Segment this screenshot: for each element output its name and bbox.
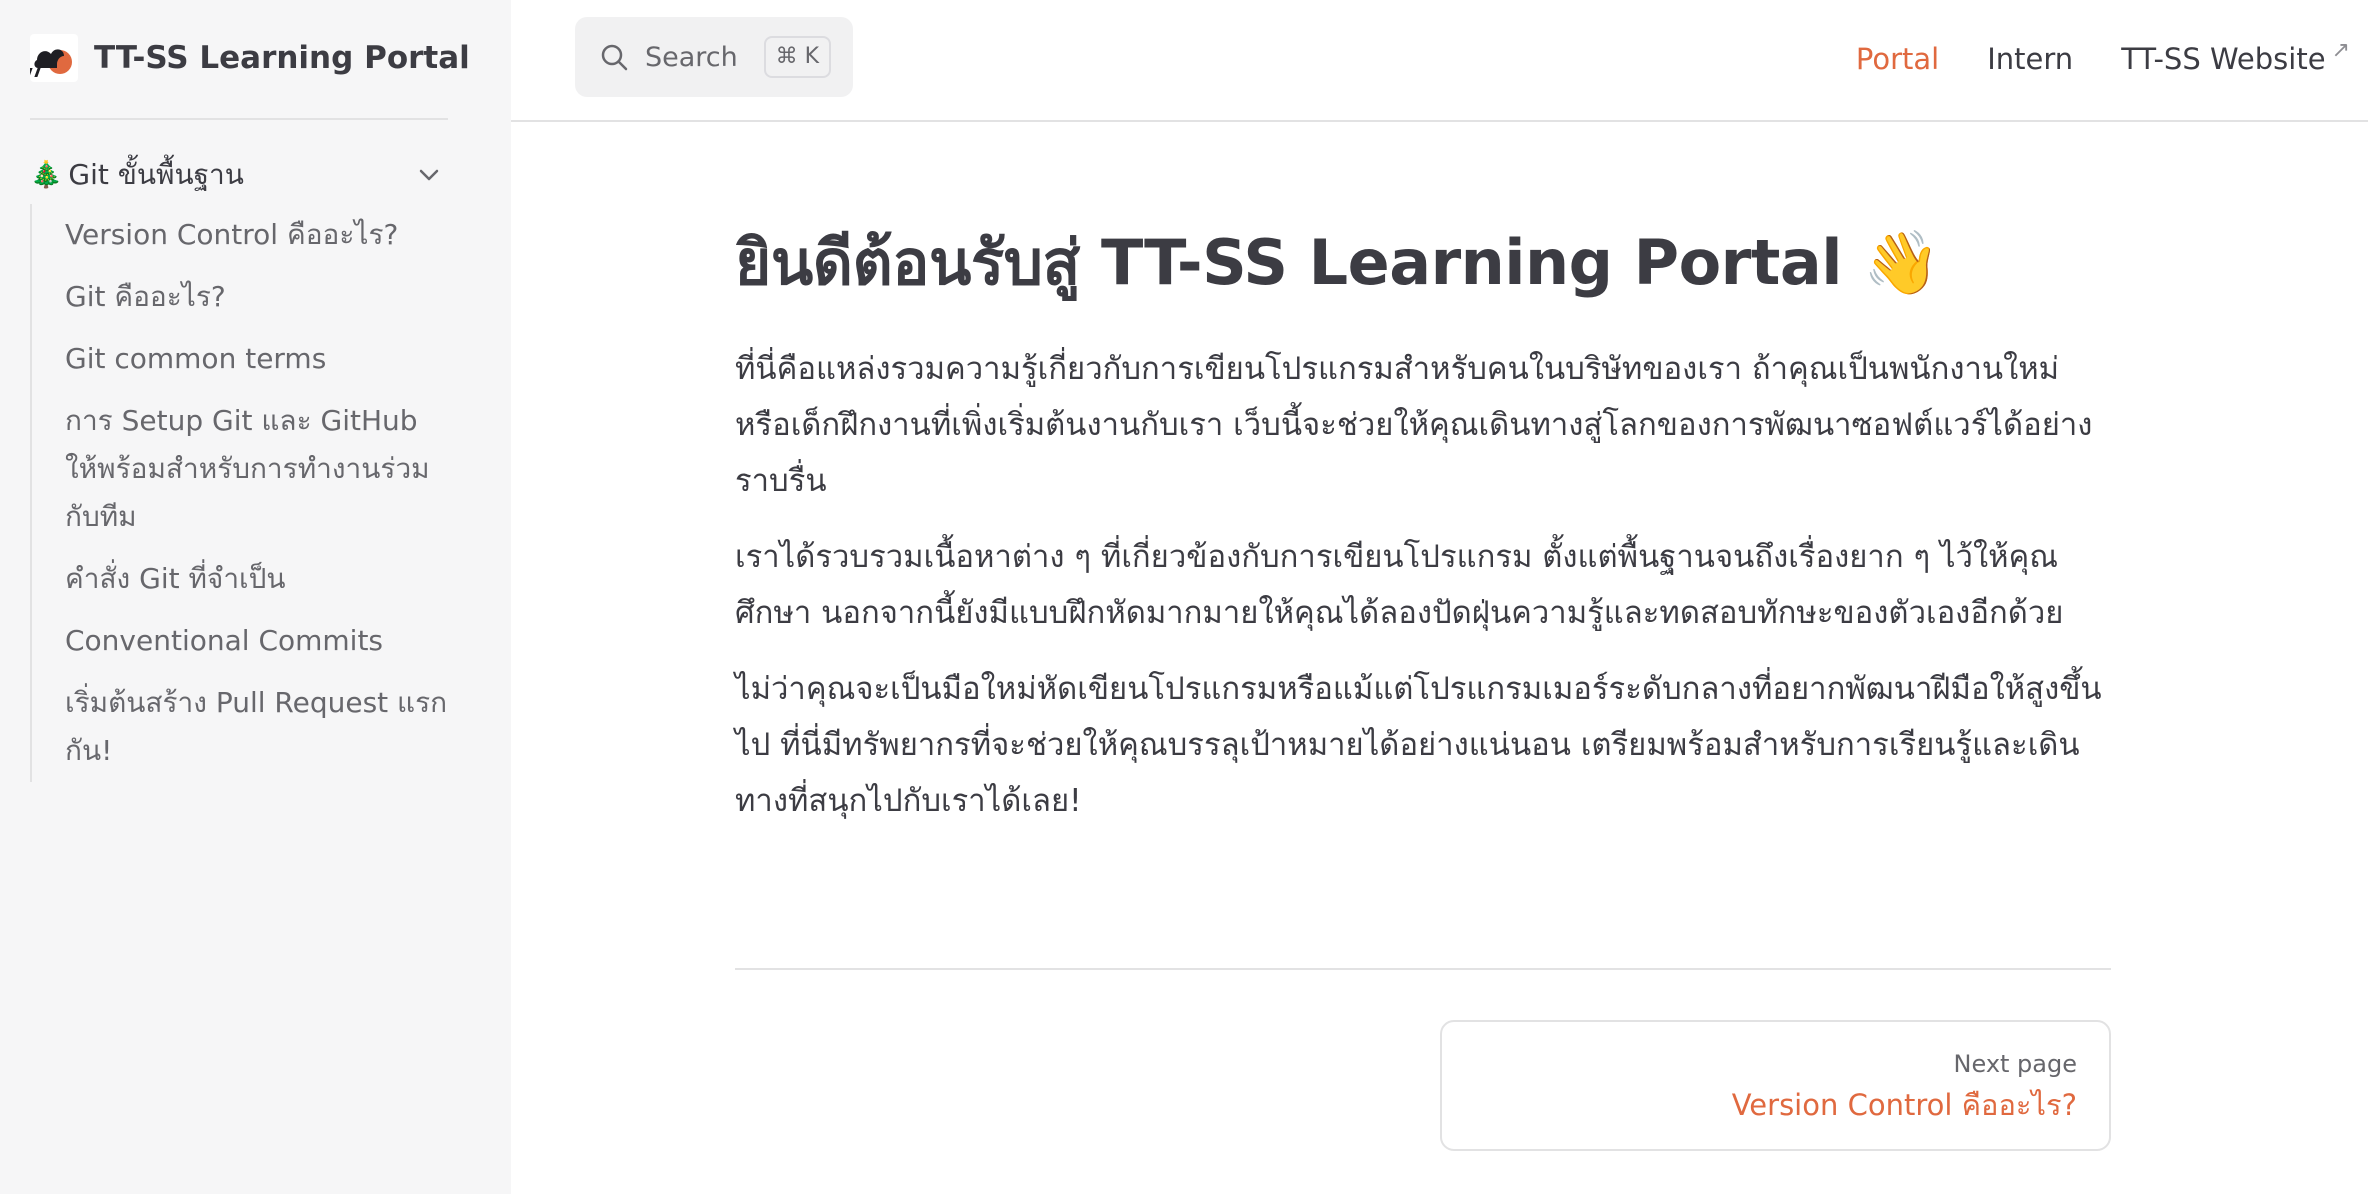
nav-link-portal[interactable]: Portal: [1856, 42, 1939, 76]
sidebar-item-what-is-git[interactable]: Git คืออะไร?: [65, 266, 448, 328]
brand-link[interactable]: TT-SS Learning Portal: [30, 30, 470, 86]
intro-paragraph-3: ไม่ว่าคุณจะเป็นมือใหม่หัดเขียนโปรแกรมหรื…: [735, 671, 2102, 819]
sidebar-item-git-common-terms[interactable]: Git common terms: [65, 328, 448, 390]
search-button[interactable]: Search ⌘ K: [575, 17, 853, 97]
page-title: ยินดีต้อนรับสู่ TT-SS Learning Portal 👋: [735, 226, 1940, 299]
next-page-link[interactable]: Next page Version Control คืออะไร?: [1440, 1020, 2111, 1151]
intro-paragraph-2: เราได้รวบรวมเนื้อหาต่าง ๆ ที่เกี่ยวข้องก…: [735, 539, 2064, 631]
next-page-title: Version Control คืออะไร?: [1731, 1088, 2077, 1122]
sidebar-item-setup-git-github[interactable]: การ Setup Git และ GitHub ให้พร้อมสำหรับก…: [65, 390, 448, 548]
sidebar: TT-SS Learning Portal 🎄 Git ขั้นพื้นฐาน …: [0, 0, 511, 1194]
top-navbar: Search ⌘ K Portal Intern TT-SS Website ↗: [511, 0, 2368, 122]
top-nav-links: Portal Intern TT-SS Website ↗: [1808, 0, 2350, 118]
chevron-down-icon[interactable]: [414, 160, 444, 190]
sidebar-group-git-basics[interactable]: 🎄 Git ขั้นพื้นฐาน: [30, 150, 448, 200]
search-icon: [601, 44, 628, 71]
nav-link-tt-ss-website-label: TT-SS Website: [2121, 42, 2326, 76]
next-page-label: Next page: [1953, 1050, 2077, 1078]
sidebar-divider: [30, 118, 448, 120]
intro-paragraph-1: ที่นี่คือแหล่งรวมความรู้เกี่ยวกับการเขีย…: [735, 351, 2093, 499]
nav-link-tt-ss-website[interactable]: TT-SS Website ↗: [2121, 38, 2350, 76]
sidebar-item-first-pull-request[interactable]: เริ่มต้นสร้าง Pull Request แรกกัน!: [65, 672, 448, 782]
cloud-logo-icon: [30, 34, 78, 82]
sidebar-group-items: Version Control คืออะไร? Git คืออะไร? Gi…: [30, 204, 448, 782]
sidebar-item-git-commands[interactable]: คำสั่ง Git ที่จำเป็น: [65, 548, 448, 610]
external-link-icon: ↗: [2331, 38, 2350, 63]
main-content: ยินดีต้อนรับสู่ TT-SS Learning Portal 👋 …: [735, 215, 2111, 829]
nav-link-intern[interactable]: Intern: [1987, 42, 2073, 76]
sidebar-group-label: Git ขั้นพื้นฐาน: [68, 158, 244, 191]
search-label: Search: [645, 41, 738, 73]
sidebar-group-title: 🎄 Git ขั้นพื้นฐาน: [30, 153, 244, 197]
christmas-tree-icon: 🎄: [30, 160, 63, 190]
sidebar-item-conventional-commits[interactable]: Conventional Commits: [65, 610, 448, 672]
brand-title: TT-SS Learning Portal: [94, 40, 470, 76]
footer-divider: [735, 968, 2111, 970]
search-shortcut-badge: ⌘ K: [763, 36, 831, 78]
sidebar-item-version-control[interactable]: Version Control คืออะไร?: [65, 204, 448, 266]
